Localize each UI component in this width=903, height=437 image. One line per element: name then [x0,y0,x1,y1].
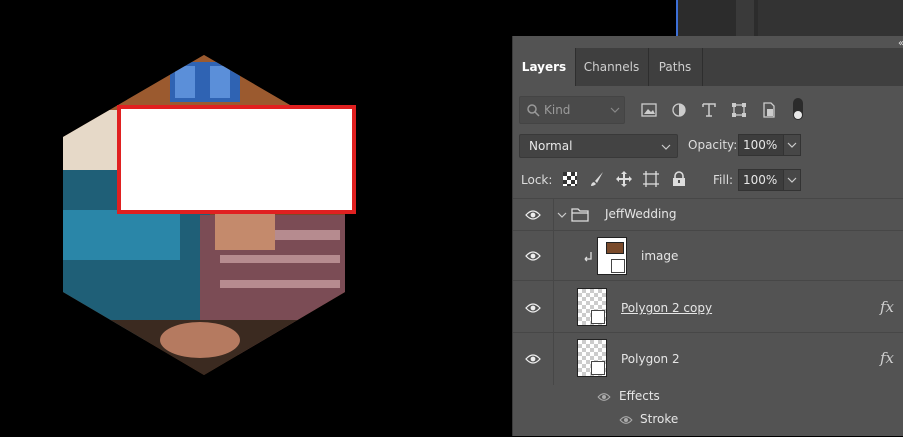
fill-input[interactable]: 100% [738,169,784,191]
layer-thumbnail [577,288,607,326]
visibility-eye-icon[interactable] [525,209,541,221]
effects-visibility-eye-icon[interactable] [597,392,611,402]
shape-layer-filter-icon[interactable] [731,102,747,118]
fill-label: Fill: [713,173,734,187]
blend-mode-value: Normal [529,139,573,153]
layer-name[interactable]: image [641,249,678,263]
layer-name[interactable]: JeffWedding [605,207,677,221]
smart-object-filter-icon[interactable] [761,102,777,118]
layer-name[interactable]: Polygon 2 [621,352,680,366]
fill-dropdown-button[interactable] [783,169,801,191]
opacity-dropdown-button[interactable] [783,134,801,156]
tab-paths[interactable]: Paths [648,48,703,86]
effects-label[interactable]: Effects [619,389,660,403]
lock-transparent-pixels-icon[interactable] [562,171,578,187]
effect-stroke-label[interactable]: Stroke [640,412,678,426]
tab-layers[interactable]: Layers [513,48,576,86]
search-icon [527,104,540,117]
lock-label: Lock: [521,173,553,187]
visibility-eye-icon[interactable] [525,250,541,262]
lock-all-icon[interactable] [671,171,687,187]
tab-channels[interactable]: Channels [575,48,649,86]
pixel-layer-filter-icon[interactable] [641,102,657,118]
opacity-input[interactable]: 100% [738,134,784,156]
stroke-visibility-eye-icon[interactable] [619,415,633,425]
filter-toggle-switch[interactable] [793,98,803,120]
chevron-down-icon [787,177,797,183]
layer-effects-fx-icon[interactable]: fx [880,349,894,367]
chevron-down-icon [787,142,797,148]
layer-row-image[interactable]: image [513,230,903,281]
layer-row-group[interactable]: JeffWedding [513,198,903,231]
redaction-box [117,105,356,214]
adjacent-panel-strip [678,0,903,36]
visibility-eye-icon[interactable] [525,302,541,314]
layer-row-polygon-2-copy[interactable]: Polygon 2 copy fx [513,280,903,333]
folder-icon [571,208,589,222]
layer-name[interactable]: Polygon 2 copy [621,301,712,315]
filter-kind-select[interactable]: Kind [519,96,625,124]
panel-tab-bar: Layers Channels Paths [513,48,903,86]
lock-artboard-icon[interactable] [643,171,659,187]
chevron-down-icon [610,107,620,113]
hexagon-photo-artwork [63,55,345,375]
visibility-eye-icon[interactable] [525,353,541,365]
type-layer-filter-icon[interactable] [701,102,717,118]
clipping-mask-arrow-icon [584,252,592,262]
blend-mode-select[interactable]: Normal [519,134,678,158]
layers-panel: ‹‹ Layers Channels Paths Kind Normal Opa… [512,36,903,436]
layer-thumbnail [577,339,607,377]
lock-position-move-icon[interactable] [616,171,632,187]
layer-effects-fx-icon[interactable]: fx [880,298,894,316]
layer-thumbnail [597,237,627,275]
document-canvas[interactable] [0,0,512,436]
filter-kind-label: Kind [544,103,571,117]
layer-row-polygon-2[interactable]: Polygon 2 fx Effects Stroke [513,332,903,437]
chevron-down-icon[interactable] [557,210,567,220]
lock-image-pixels-brush-icon[interactable] [589,171,605,187]
opacity-label: Opacity: [688,138,738,152]
adjustment-layer-filter-icon[interactable] [671,102,687,118]
chevron-down-icon [661,144,671,150]
